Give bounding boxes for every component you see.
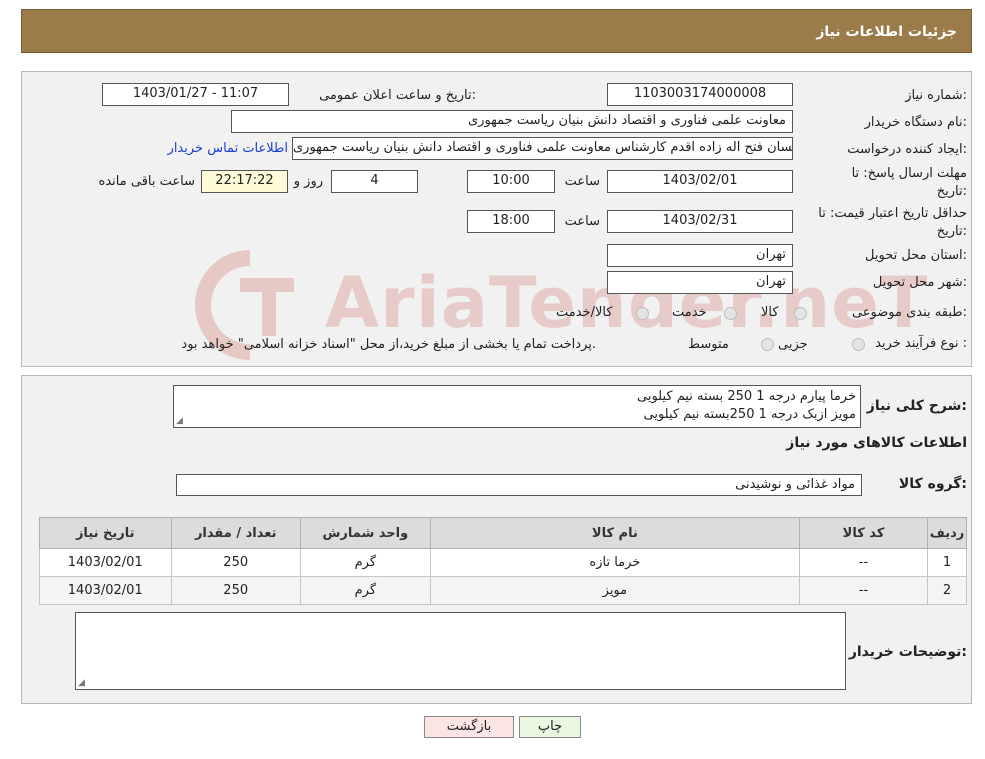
cell-quantity: 250 (170, 548, 301, 577)
category-service-label: خدمت (672, 305, 707, 320)
city-label: شهر محل تحویل: (872, 275, 967, 290)
cell-goods-name: خرما تازه (429, 548, 801, 577)
description-label: شرح کلی نیاز: (866, 398, 967, 414)
cell-need-date: 1403/02/01 (39, 576, 172, 605)
deadline-time-field: 10:00 (467, 170, 555, 193)
days-label: روز و (293, 174, 323, 189)
col-goods-name: نام کالا (429, 517, 801, 549)
cell-need-date: 1403/02/01 (39, 548, 172, 577)
cell-unit: گرم (299, 548, 431, 577)
col-quantity: تعداد / مقدار (170, 517, 301, 549)
buyer-notes-label: توضیحات خریدار: (848, 644, 967, 660)
category-goods-service-radio[interactable] (636, 307, 649, 320)
price-validity-label: حداقل تاریخ اعتبار قیمت: تا (818, 206, 967, 221)
purchase-type-label: نوع فرآیند خرید : (875, 336, 967, 351)
announce-date-field: 1403/01/27 - 11:07 (102, 83, 289, 106)
description-textarea[interactable]: خرما پیارم درجه 1 250 بسته نیم کیلویی مو… (173, 385, 861, 428)
col-row-number: ردیف (927, 517, 967, 549)
back-button[interactable]: بازگشت (424, 716, 514, 738)
city-field: تهران (607, 271, 793, 294)
deadline-label-date: تاریخ: (936, 184, 967, 199)
purchase-minor-radio[interactable] (852, 338, 865, 351)
price-validity-time-field: 18:00 (467, 210, 555, 233)
cell-quantity: 250 (170, 576, 301, 605)
price-validity-label-date: تاریخ: (936, 224, 967, 239)
print-button[interactable]: چاپ (519, 716, 581, 738)
days-remaining-field: 4 (331, 170, 418, 193)
creator-field: احسان فتح اله زاده اقدم کارشناس معاونت ع… (292, 137, 793, 160)
announce-date-label: تاریخ و ساعت اعلان عمومی: (319, 88, 476, 103)
page-header: جزئیات اطلاعات نیاز (21, 9, 972, 53)
category-service-radio[interactable] (724, 307, 737, 320)
buyer-org-field: معاونت علمی فناوری و اقتصاد دانش بنیان ر… (231, 110, 793, 133)
remaining-time-label: ساعت باقی مانده (98, 174, 195, 189)
goods-group-field: مواد غذائی و نوشیدنی (176, 474, 862, 496)
page-title: جزئیات اطلاعات نیاز (816, 24, 957, 40)
purchase-medium-label: متوسط (688, 337, 729, 352)
category-goods-label: کالا (761, 305, 779, 320)
price-validity-time-label: ساعت (564, 214, 600, 229)
deadline-date-field: 1403/02/01 (607, 170, 793, 193)
resize-grip-icon[interactable]: ◢ (78, 679, 86, 688)
category-goods-service-label: کالا/خدمت (556, 305, 613, 320)
buyer-org-label: نام دستگاه خریدار: (864, 115, 967, 130)
category-goods-radio[interactable] (794, 307, 807, 320)
goods-table-wrap: ردیف کد کالا نام کالا واحد شمارش تعداد /… (39, 517, 967, 605)
cell-goods-code: -- (798, 576, 929, 605)
cell-unit: گرم (299, 576, 431, 605)
goods-info-title: اطلاعات کالاهای مورد نیاز (786, 435, 967, 451)
buyer-notes-textarea[interactable]: ◢ (75, 612, 846, 690)
cell-row-number: 1 (927, 548, 967, 577)
creator-label: ایجاد کننده درخواست: (847, 142, 967, 157)
need-number-field: 1103003174000008 (607, 83, 793, 106)
treasury-payment-note: پرداخت تمام یا بخشی از مبلغ خرید،از محل … (181, 337, 596, 352)
province-field: تهران (607, 244, 793, 267)
price-validity-date-field: 1403/02/31 (607, 210, 793, 233)
col-need-date: تاریخ نیاز (39, 517, 172, 549)
table-header-row: ردیف کد کالا نام کالا واحد شمارش تعداد /… (39, 517, 967, 549)
resize-grip-icon[interactable]: ◢ (176, 417, 184, 426)
table-row: 2 -- مویز گرم 250 1403/02/01 (39, 576, 967, 605)
buyer-contact-link[interactable]: اطلاعات تماس خریدار (168, 141, 288, 156)
goods-group-label: گروه کالا: (898, 476, 967, 492)
description-line-2: مویز ازبک درجه 1 250بسته نیم کیلویی (643, 407, 857, 422)
category-label: طبقه بندی موضوعی: (851, 305, 967, 320)
cell-goods-code: -- (798, 548, 929, 577)
deadline-time-label: ساعت (564, 174, 600, 189)
table-row: 1 -- خرما تازه گرم 250 1403/02/01 (39, 548, 967, 577)
remaining-time-field: 22:17:22 (201, 170, 288, 193)
col-goods-code: کد کالا (798, 517, 929, 549)
goods-table: ردیف کد کالا نام کالا واحد شمارش تعداد /… (39, 517, 967, 605)
cell-row-number: 2 (927, 576, 967, 605)
description-line-1: خرما پیارم درجه 1 250 بسته نیم کیلویی (637, 389, 856, 404)
province-label: استان محل تحویل: (865, 248, 967, 263)
deadline-label: مهلت ارسال پاسخ: تا (851, 166, 967, 181)
purchase-minor-label: جزیی (778, 337, 808, 352)
cell-goods-name: مویز (429, 576, 801, 605)
purchase-medium-radio[interactable] (761, 338, 774, 351)
need-number-label: شماره نیاز: (905, 88, 967, 103)
col-unit: واحد شمارش (299, 517, 431, 549)
